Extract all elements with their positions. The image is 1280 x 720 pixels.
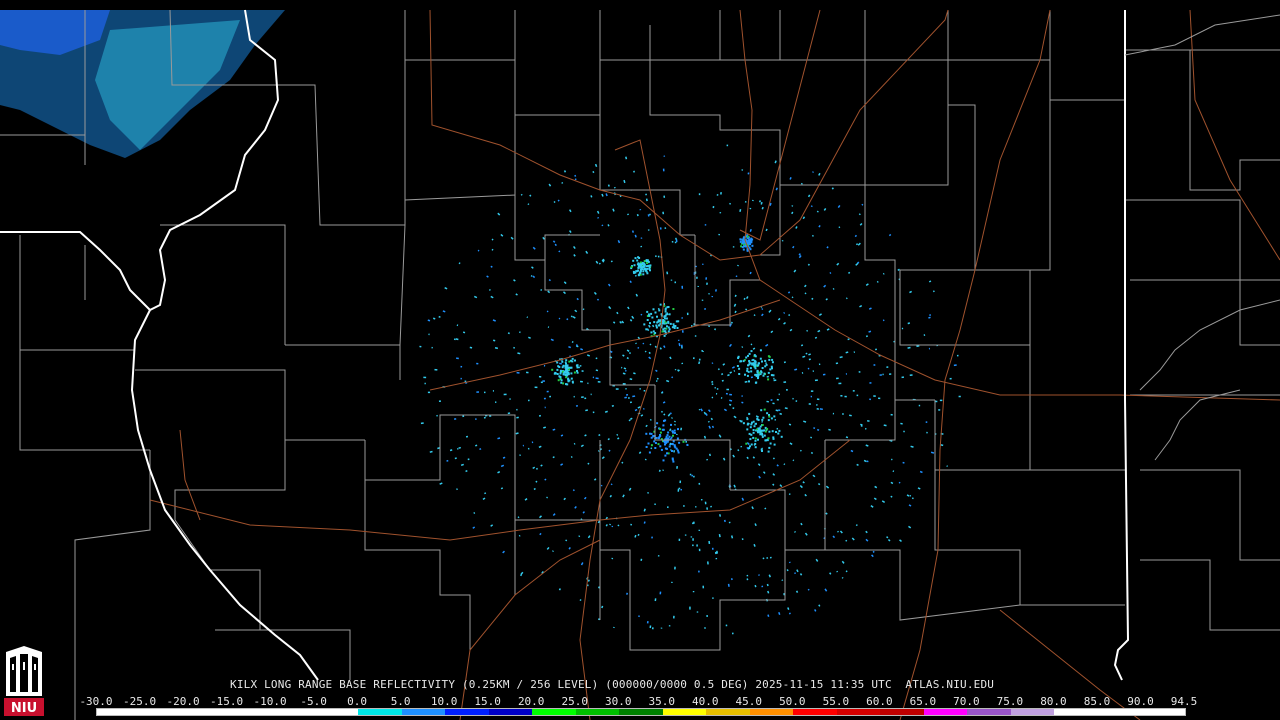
scale-color-step (140, 709, 185, 715)
scale-tick: 94.5 (1170, 695, 1198, 708)
scale-tick: 40.0 (692, 695, 719, 708)
scale-tick: -10.0 (253, 695, 287, 708)
scale-tick: -5.0 (300, 695, 327, 708)
scale-tick: 80.0 (1040, 695, 1067, 708)
scale-color-step (923, 709, 968, 715)
scale-tick: 0.0 (347, 695, 368, 708)
scale-color-step (1141, 709, 1185, 715)
scale-tick: 45.0 (735, 695, 763, 708)
scale-tick: 85.0 (1083, 695, 1111, 708)
scale-color-step (488, 709, 533, 715)
scale-tick: -15.0 (209, 695, 244, 708)
scale-tick: 60.0 (866, 695, 893, 708)
scale-tick: 35.0 (648, 695, 676, 708)
scale-color-step (836, 709, 881, 715)
scale-color-step (314, 709, 359, 715)
radar-map (0, 0, 1280, 720)
scale-tick: 20.0 (517, 695, 545, 708)
scale-tick: 25.0 (561, 695, 588, 708)
scale-colorbar (96, 708, 1186, 716)
scale-color-step (706, 709, 750, 715)
scale-tick: 75.0 (996, 695, 1024, 708)
niu-logo-text: NIU (11, 701, 37, 716)
scale-color-step (358, 709, 402, 715)
scale-color-step (662, 709, 707, 715)
scale-tick: 65.0 (909, 695, 937, 708)
scale-color-step (749, 709, 794, 715)
scale-color-step (575, 709, 620, 715)
scale-tick: 10.0 (430, 695, 458, 708)
scale-tick: -30.0 (79, 695, 113, 708)
scale-color-step (184, 709, 228, 715)
scale-tick: 55.0 (822, 695, 850, 708)
scale-color-step (967, 709, 1011, 715)
scale-color-step (1097, 709, 1142, 715)
scale-tick: 70.0 (953, 695, 980, 708)
scale-color-step (97, 709, 141, 715)
scale-color-step (1010, 709, 1055, 715)
scale-color-step (401, 709, 446, 715)
scale-color-step (880, 709, 924, 715)
reflectivity-scale: -30.0 -25.0 -20.0 -15.0 -10.0 -5.0 0.0 5.0 10.0 1… (79, 695, 1198, 719)
scale-tick: -25.0 (122, 695, 157, 708)
scale-tick: 90.0 (1127, 695, 1154, 708)
scale-color-step (793, 709, 837, 715)
scale-color-step (1054, 709, 1098, 715)
scale-color-step (532, 709, 576, 715)
scale-tick: 30.0 (604, 695, 632, 708)
scale-tick: -20.0 (166, 695, 200, 708)
scale-tick: 50.0 (779, 695, 806, 708)
scale-color-step (271, 709, 315, 715)
scale-color-step (445, 709, 489, 715)
niu-logo: NIU (2, 644, 46, 718)
scale-color-step (227, 709, 272, 715)
scale-color-step (619, 709, 663, 715)
product-caption: KILX LONG RANGE BASE REFLECTIVITY (0.25K… (230, 678, 995, 691)
scale-tick: 15.0 (474, 695, 501, 708)
scale-tick: 5.0 (390, 695, 411, 708)
